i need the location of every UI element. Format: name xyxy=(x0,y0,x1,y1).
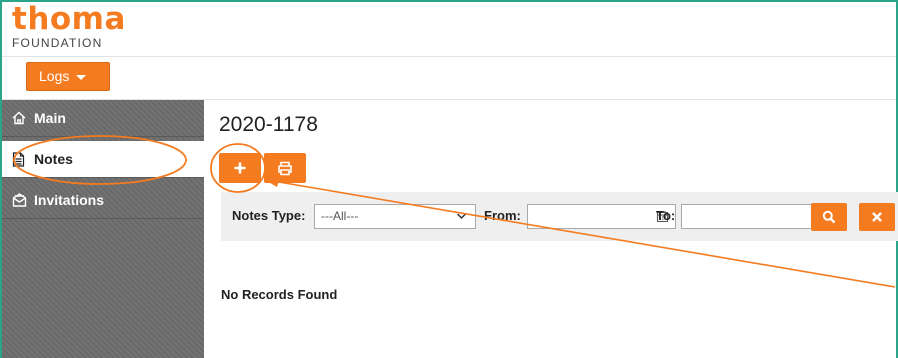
sidebar-item-label: Invitations xyxy=(34,192,105,208)
logs-dropdown-button[interactable]: Logs xyxy=(26,62,110,91)
sidebar-item-invitations[interactable]: Invitations xyxy=(2,182,204,219)
sidebar-item-main[interactable]: Main xyxy=(2,100,204,137)
empty-state-message: No Records Found xyxy=(221,287,338,302)
notes-type-label: Notes Type: xyxy=(232,208,306,223)
logo-subtitle: FOUNDATION xyxy=(12,36,103,50)
notes-type-select[interactable]: ---All--- xyxy=(314,204,476,229)
sidebar: Main Notes Invitations xyxy=(2,100,204,358)
logo: thoma FOUNDATION xyxy=(12,1,126,51)
envelope-icon xyxy=(12,193,34,207)
document-icon xyxy=(12,151,34,167)
print-icon xyxy=(278,161,292,175)
sidebar-item-label: Main xyxy=(34,110,66,126)
search-icon xyxy=(822,210,836,224)
filter-bar: Notes Type: ---All--- From: To: xyxy=(221,192,898,241)
logs-button-label: Logs xyxy=(39,68,70,84)
home-icon xyxy=(12,111,34,125)
print-button[interactable] xyxy=(264,153,306,183)
sidebar-item-notes[interactable]: Notes xyxy=(2,141,204,178)
chevron-down-icon xyxy=(456,213,467,220)
add-note-button[interactable] xyxy=(219,153,261,183)
notes-type-selected-value: ---All--- xyxy=(321,209,359,223)
page-title: 2020-1178 xyxy=(219,113,318,136)
logo-wordmark: thoma xyxy=(12,1,126,37)
sidebar-item-label: Notes xyxy=(34,151,73,167)
close-icon xyxy=(872,212,882,222)
to-date-input[interactable] xyxy=(681,204,830,229)
from-date-input[interactable] xyxy=(527,204,676,229)
clear-filters-button[interactable] xyxy=(859,203,895,231)
plus-icon xyxy=(234,162,246,174)
caret-down-icon xyxy=(76,74,87,80)
from-label: From: xyxy=(484,208,521,223)
to-label: To: xyxy=(656,208,676,223)
search-button[interactable] xyxy=(811,203,847,231)
header-divider xyxy=(2,56,896,57)
